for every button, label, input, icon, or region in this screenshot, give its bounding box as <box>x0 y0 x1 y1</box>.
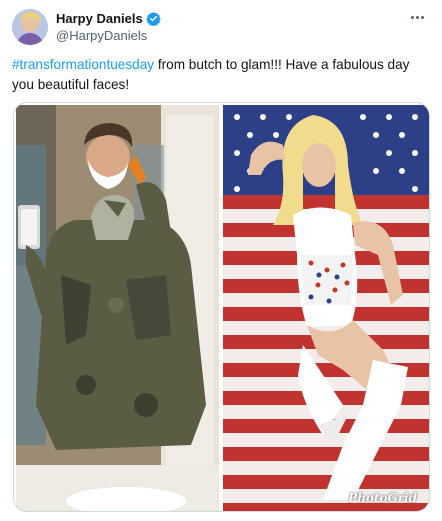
photo-left[interactable] <box>16 105 219 511</box>
photo-right[interactable]: PhotoGrid <box>223 105 429 511</box>
avatar[interactable] <box>12 9 48 45</box>
handle[interactable]: @HarpyDaniels <box>56 28 161 43</box>
verified-badge-icon[interactable] <box>145 11 161 26</box>
display-name-row: Harpy Daniels <box>56 9 161 27</box>
tweet-text: #transformationtuesday from butch to gla… <box>12 55 424 94</box>
display-name[interactable]: Harpy Daniels <box>56 11 143 26</box>
more-options-icon[interactable] <box>406 8 428 26</box>
author-block: Harpy Daniels @HarpyDaniels <box>56 9 161 43</box>
tweet-media[interactable]: PhotoGrid <box>13 102 430 512</box>
tweet-card[interactable]: Harpy Daniels @HarpyDaniels #transformat… <box>0 0 442 521</box>
hashtag-link[interactable]: #transformationtuesday <box>12 57 154 72</box>
photogrid-watermark: PhotoGrid <box>348 491 417 505</box>
